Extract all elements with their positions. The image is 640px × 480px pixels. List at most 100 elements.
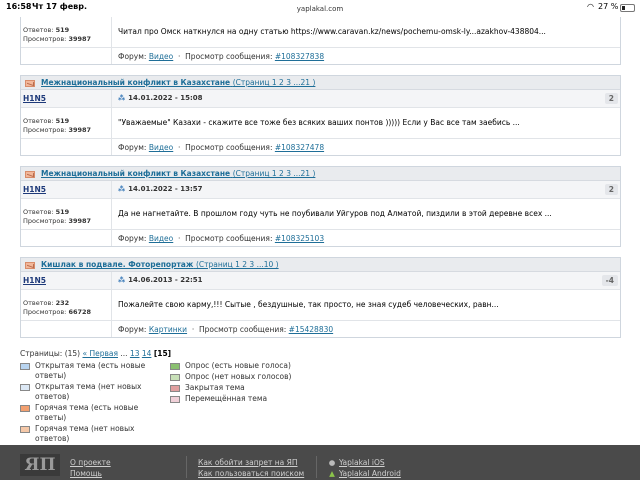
post-body: Ответов: 519 Просмотров: 39987 Да не наг… [21, 199, 620, 229]
post-footer: Форум: Видео · Просмотр сообщения: #1083… [21, 47, 620, 64]
forum-link[interactable]: Видео [149, 234, 173, 243]
search-help-link[interactable]: Как пользоваться поиском [198, 468, 304, 479]
page-13-link[interactable]: 13 [130, 349, 140, 358]
post-stats: Ответов: 519 Просмотров: 39987 [23, 208, 92, 225]
pagination: Страницы: (15) « Первая ... 13 14 [15] [20, 349, 172, 358]
topic-link[interactable]: Кишлак в подвале. Фоторепортаж (Страниц … [41, 260, 279, 269]
post-link-icon[interactable]: ⁂ [118, 185, 125, 193]
legend-label: Горячая тема (нет новых ответов) [35, 424, 135, 443]
post-footer: Форум: Видео · Просмотр сообщения: #1083… [21, 229, 620, 246]
post-link-icon[interactable]: ⁂ [118, 276, 125, 284]
forum-link[interactable]: Картинки [149, 325, 187, 334]
post: Межнациональный конфликт в Казахстане (С… [20, 166, 621, 247]
post-stats: Ответов: 232 Просмотров: 66728 [23, 299, 92, 316]
post-stats: Ответов: 519 Просмотров: 39987 [23, 26, 92, 43]
answers-count: 519 [55, 117, 70, 125]
post-message: Да не нагнетайте. В прошлом году чуть не… [111, 199, 621, 229]
post-link-icon[interactable]: ⁂ [118, 94, 125, 102]
legend-label: Опрос (нет новых голосов) [185, 372, 292, 381]
battery-icon [620, 4, 635, 12]
poll-new-icon [170, 363, 180, 370]
topic-pages[interactable]: (Страниц 1 2 3 ...21 ) [233, 78, 316, 87]
post-message: Читал про Омск наткнулся на одну статью … [111, 17, 621, 47]
post-stats: Ответов: 519 Просмотров: 39987 [23, 117, 92, 134]
post-header: H1N5 ⁂ 14.01.2022 - 13:57 2 [21, 181, 620, 199]
rating-badge: 2 [604, 93, 618, 104]
envelope-new-icon [20, 363, 30, 370]
legend-item: Открытая тема (нет новых ответов) [20, 382, 170, 402]
post-body: Ответов: 519 Просмотров: 39987 Читал про… [21, 17, 620, 47]
rating-badge: -4 [601, 275, 618, 286]
ios-app-link[interactable]: ● Yaplakal iOS [328, 457, 401, 468]
hot-envelope-icon [25, 171, 35, 178]
legend-label: Закрытая тема [185, 383, 245, 392]
author-link[interactable]: H1N5 [23, 94, 46, 103]
page-14-link[interactable]: 14 [142, 349, 152, 358]
topic-pages[interactable]: (Страниц 1 2 3 ...21 ) [233, 169, 316, 178]
legend-item: Опрос (нет новых голосов) [170, 372, 320, 382]
message-link[interactable]: #108327838 [275, 52, 324, 61]
post-date: ⁂ 14.06.2013 - 22:51 [111, 272, 203, 290]
legend-item: Горячая тема (есть новые ответы) [20, 403, 170, 423]
hot-envelope-new-icon [20, 405, 30, 412]
post-footer: Форум: Видео · Просмотр сообщения: #1083… [21, 138, 620, 155]
help-link[interactable]: Помощь [70, 468, 111, 479]
message-link[interactable]: #15428830 [289, 325, 333, 334]
rating-badge: 2 [604, 184, 618, 195]
about-link[interactable]: О проекте [70, 457, 111, 468]
post-message: "Уважаемые" Казахи - скажите все тоже бе… [111, 108, 621, 138]
android-app-link[interactable]: ▲ Yaplakal Android [328, 468, 401, 479]
author-link[interactable]: H1N5 [23, 185, 46, 194]
views-count: 39987 [68, 126, 92, 134]
moved-icon [170, 396, 180, 403]
topic-link[interactable]: Межнациональный конфликт в Казахстане (С… [41, 169, 315, 178]
legend-item: Открытая тема (есть новые ответы) [20, 361, 170, 381]
forum-link[interactable]: Видео [149, 143, 173, 152]
post-body: Ответов: 232 Просмотров: 66728 Пожалейте… [21, 290, 620, 320]
views-count: 39987 [68, 217, 92, 225]
views-count: 39987 [68, 35, 92, 43]
post-header: H1N5 ⁂ 14.01.2022 - 15:08 2 [21, 90, 620, 108]
post-date: ⁂ 14.01.2022 - 13:57 [111, 181, 203, 199]
legend-item: Закрытая тема [170, 383, 320, 393]
answers-count: 519 [55, 26, 70, 34]
topic-pages[interactable]: (Страниц 1 2 3 ...10 ) [196, 260, 279, 269]
status-bar: 16:58 Чт 17 февр. yaplakal.com ◠ 27 % [0, 0, 640, 16]
hot-envelope-icon [20, 426, 30, 433]
bypass-ban-link[interactable]: Как обойти запрет на ЯП [198, 457, 304, 468]
lock-icon [170, 385, 180, 392]
legend-item: Опрос (есть новые голоса) [170, 361, 320, 371]
hot-envelope-icon [25, 262, 35, 269]
message-link[interactable]: #108325103 [275, 234, 324, 243]
android-icon: ▲ [329, 469, 335, 478]
envelope-icon [20, 384, 30, 391]
topic-link[interactable]: Межнациональный конфликт в Казахстане (С… [41, 78, 315, 87]
forum-link[interactable]: Видео [149, 52, 173, 61]
post-message: Пожалейте свою карму,!!! Сытые , бездушн… [111, 290, 621, 320]
site-logo[interactable]: ЯП [20, 454, 60, 476]
answers-count: 519 [55, 208, 70, 216]
legend-label: Горячая тема (есть новые ответы) [35, 403, 139, 422]
battery-percent: 27 % [598, 2, 619, 11]
post: Межнациональный конфликт в Казахстане (С… [20, 75, 621, 156]
message-link[interactable]: #108327478 [275, 143, 324, 152]
post: Кишлак в подвале. Фоторепортаж (Страниц … [20, 257, 621, 338]
legend-label: Открытая тема (нет новых ответов) [35, 382, 142, 401]
apple-icon: ● [328, 458, 336, 467]
wifi-icon: ◠ [587, 2, 594, 11]
legend-label: Перемещённая тема [185, 394, 268, 403]
post-header: H1N5 ⁂ 14.06.2013 - 22:51 -4 [21, 272, 620, 290]
first-page-link[interactable]: « Первая [82, 349, 118, 358]
legend-label: Открытая тема (есть новые ответы) [35, 361, 146, 380]
post: Ответов: 519 Просмотров: 39987 Читал про… [20, 17, 621, 65]
site-footer: ЯП О проекте Помощь Как обойти запрет на… [0, 445, 640, 480]
address-url[interactable]: yaplakal.com [0, 5, 640, 13]
search-results: Ответов: 519 Просмотров: 39987 Читал про… [20, 17, 621, 348]
views-count: 66728 [68, 308, 92, 316]
footer-divider [316, 456, 317, 478]
author-link[interactable]: H1N5 [23, 276, 46, 285]
footer-divider [186, 456, 187, 478]
answers-count: 232 [55, 299, 70, 307]
topic-bar: Межнациональный конфликт в Казахстане (С… [21, 167, 620, 181]
legend-item: Перемещённая тема [170, 394, 320, 404]
